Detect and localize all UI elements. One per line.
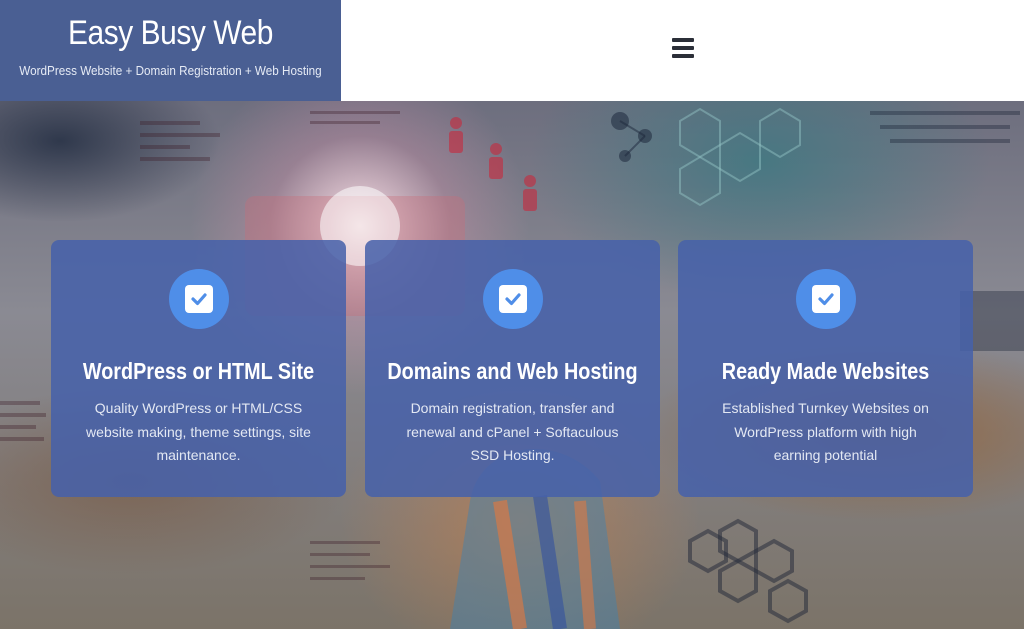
feature-title: WordPress or HTML Site	[82, 358, 315, 384]
hero-banner: WordPress or HTML Site Quality WordPress…	[0, 101, 1024, 629]
feature-description: Quality WordPress or HTML/CSS website ma…	[86, 400, 311, 463]
site-header: Easy Busy Web WordPress Website + Domain…	[0, 0, 1024, 101]
site-title-link[interactable]: Easy Busy Web	[20, 14, 320, 53]
checkbox-checked-icon	[483, 269, 543, 329]
feature-description: Established Turnkey Websites on WordPres…	[722, 400, 929, 463]
feature-card: Domains and Web Hosting Domain registrat…	[365, 240, 660, 497]
checkbox-checked-icon	[796, 269, 856, 329]
feature-title: Domains and Web Hosting	[387, 358, 638, 384]
site-tagline: WordPress Website + Domain Registration …	[19, 63, 322, 78]
hamburger-menu-icon[interactable]	[672, 38, 694, 58]
feature-title: Ready Made Websites	[721, 358, 930, 384]
feature-card: Ready Made Websites Established Turnkey …	[678, 240, 973, 497]
feature-description: Domain registration, transfer and renewa…	[406, 400, 619, 463]
feature-card: WordPress or HTML Site Quality WordPress…	[51, 240, 346, 497]
branding: Easy Busy Web WordPress Website + Domain…	[0, 0, 341, 101]
checkbox-checked-icon	[169, 269, 229, 329]
